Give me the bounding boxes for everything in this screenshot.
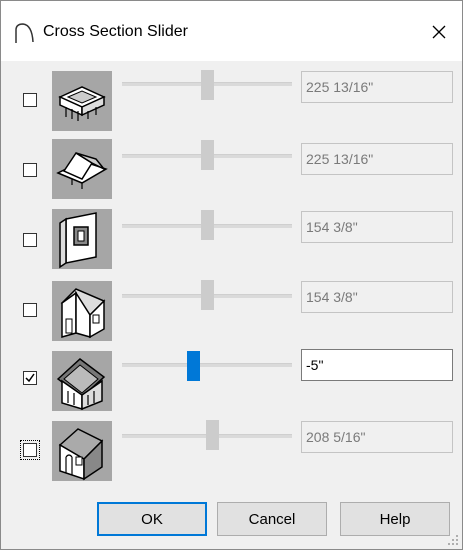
house-side-icon <box>52 281 112 341</box>
cancel-button[interactable]: Cancel <box>217 502 327 536</box>
slider-handle[interactable] <box>201 70 214 100</box>
house-front-icon <box>52 351 112 411</box>
wall-section-icon <box>52 209 112 269</box>
row-checkbox[interactable] <box>20 440 40 460</box>
slider-handle[interactable] <box>187 351 200 381</box>
window-title: Cross Section Slider <box>43 23 188 40</box>
value-field[interactable]: 225 13/16" <box>301 71 453 103</box>
slider-row-5: -5" <box>1 347 462 421</box>
row-checkbox[interactable] <box>23 371 37 385</box>
slider-handle[interactable] <box>201 140 214 170</box>
roof-plan-icon <box>52 71 112 131</box>
cross-section-slider-dialog: Cross Section Slider 225 13/16" 225 13/1… <box>0 0 463 550</box>
row-checkbox[interactable] <box>23 233 37 247</box>
help-button[interactable]: Help <box>340 502 450 536</box>
value-field[interactable]: 154 3/8" <box>301 281 453 313</box>
resize-grip-icon[interactable] <box>447 534 459 546</box>
slider-row-1: 225 13/16" <box>1 63 462 137</box>
title-bar: Cross Section Slider <box>1 1 462 61</box>
slider-track[interactable] <box>122 363 292 367</box>
value-field[interactable]: 208 5/16" <box>301 421 453 453</box>
slider-row-6: 208 5/16" <box>1 417 462 491</box>
slider-handle[interactable] <box>201 210 214 240</box>
close-button[interactable] <box>416 9 462 55</box>
slider-row-2: 225 13/16" <box>1 133 462 207</box>
close-icon <box>432 25 446 39</box>
slider-row-4: 154 3/8" <box>1 277 462 351</box>
value-field[interactable]: 225 13/16" <box>301 143 453 175</box>
house-cut-icon <box>52 421 112 481</box>
slider-row-3: 154 3/8" <box>1 205 462 279</box>
arc-app-icon <box>15 23 34 43</box>
ok-button[interactable]: OK <box>97 502 207 536</box>
value-field[interactable]: 154 3/8" <box>301 211 453 243</box>
checkmark-icon <box>25 373 35 383</box>
row-checkbox[interactable] <box>23 93 37 107</box>
roof-3d-icon <box>52 139 112 199</box>
value-field[interactable]: -5" <box>301 349 453 381</box>
slider-handle[interactable] <box>201 280 214 310</box>
row-checkbox[interactable] <box>23 303 37 317</box>
slider-handle[interactable] <box>206 420 219 450</box>
row-checkbox[interactable] <box>23 163 37 177</box>
